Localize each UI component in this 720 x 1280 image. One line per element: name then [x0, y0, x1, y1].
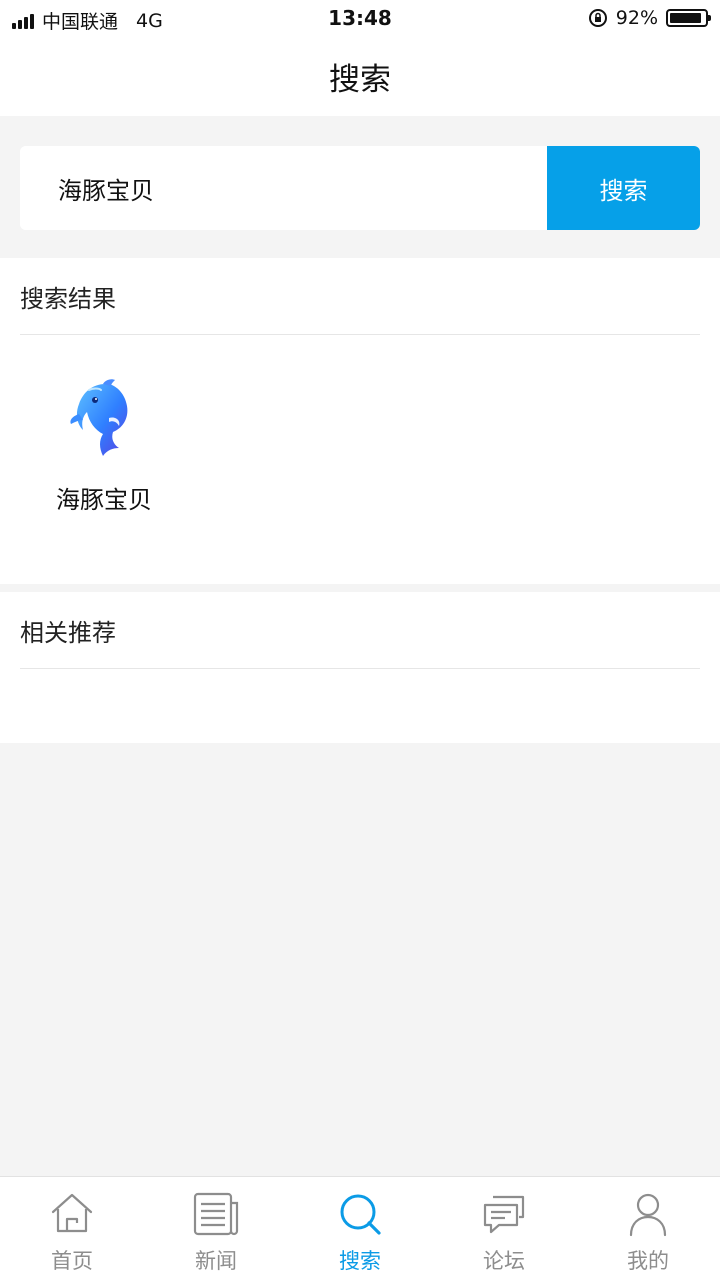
chat-icon: [483, 1195, 525, 1234]
tab-search-label: 搜索: [339, 1249, 381, 1273]
nav-bar: 搜索: [0, 36, 720, 116]
search-results-heading: 搜索结果: [20, 258, 700, 335]
result-item-label: 海豚宝贝: [56, 486, 152, 514]
recommend-section: 相关推荐: [0, 592, 720, 743]
home-icon: [51, 1193, 93, 1233]
dolphin-app-icon: [70, 379, 128, 456]
battery-percent: 92%: [615, 7, 658, 29]
tab-bar: 首页 新闻 搜索 论坛 我的: [0, 1176, 720, 1280]
tab-home-label: 首页: [51, 1249, 93, 1273]
tab-news-label: 新闻: [195, 1249, 237, 1273]
status-right: 92%: [588, 7, 711, 29]
recommend-heading: 相关推荐: [20, 592, 700, 669]
tab-mine-label: 我的: [627, 1249, 669, 1273]
battery-icon: [666, 9, 711, 27]
tab-forum-label: 论坛: [483, 1249, 525, 1273]
tab-forum[interactable]: 论坛: [432, 1177, 576, 1280]
search-area: 搜索: [0, 116, 720, 258]
newspaper-icon: [193, 1192, 239, 1236]
result-item[interactable]: 海豚宝贝: [36, 378, 172, 515]
battery-fill: [670, 13, 702, 23]
status-bar: 中国联通 4G 13:48 92%: [0, 0, 720, 36]
tab-search[interactable]: 搜索: [288, 1177, 432, 1280]
tab-news[interactable]: 新闻: [144, 1177, 288, 1280]
tab-mine[interactable]: 我的: [576, 1177, 720, 1280]
search-icon: [340, 1194, 381, 1235]
orientation-lock-icon: [588, 9, 607, 27]
search-input[interactable]: [20, 146, 547, 230]
search-box: 搜索: [20, 146, 700, 230]
search-results-section: 搜索结果 海豚宝贝: [0, 258, 720, 584]
tab-home[interactable]: 首页: [0, 1177, 144, 1280]
search-button[interactable]: 搜索: [547, 146, 700, 230]
page-title: 搜索: [329, 61, 391, 98]
user-icon: [629, 1193, 667, 1237]
